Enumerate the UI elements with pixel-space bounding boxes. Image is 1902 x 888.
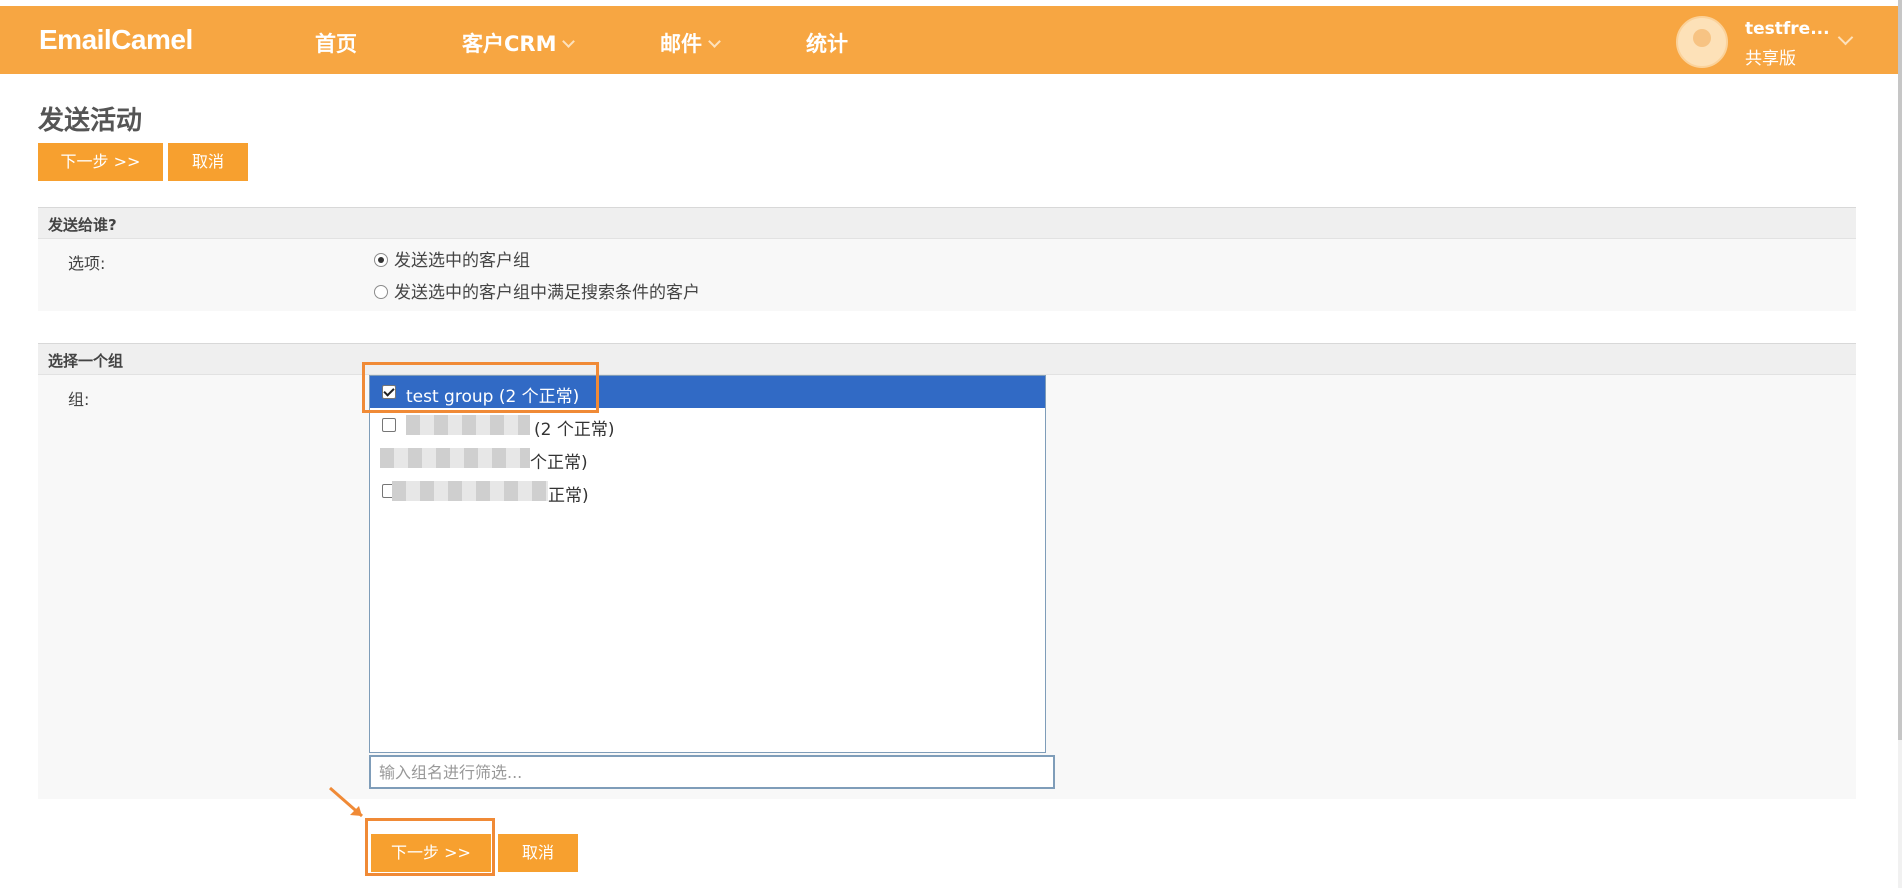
nav-item-label: 客户CRM — [462, 32, 557, 56]
top-navigation-bar: EmailCamel 首页 客户CRM 邮件 统计 testfre... 共享版 — [0, 6, 1898, 74]
radio-label: 发送选中的客户组 — [394, 251, 530, 271]
recipients-section-header: 发送给谁? — [38, 207, 1856, 239]
group-list-item[interactable]: 正常) — [370, 475, 1045, 507]
group-list-item[interactable]: 个正常) — [370, 442, 1045, 474]
cancel-button[interactable]: 取消 — [498, 834, 578, 872]
brand-logo[interactable]: EmailCamel — [39, 24, 193, 56]
group-list-item[interactable]: test group (2 个正常) — [370, 376, 1045, 408]
group-list-item[interactable]: (2 个正常) — [370, 409, 1045, 441]
radio-button[interactable] — [374, 253, 388, 267]
radio-option-selected-groups[interactable]: 发送选中的客户组 — [374, 246, 530, 271]
pointer-arrow-icon — [329, 786, 363, 818]
chevron-down-icon — [708, 35, 721, 48]
group-checkbox[interactable] — [382, 418, 396, 432]
section-title: 发送给谁? — [48, 216, 117, 234]
group-listbox[interactable]: test group (2 个正常) (2 个正常) 个正常) 正常) — [369, 375, 1046, 753]
nav-item-crm[interactable]: 客户CRM — [462, 28, 576, 58]
radio-label: 发送选中的客户组中满足搜索条件的客户 — [394, 283, 700, 303]
nav-item-home[interactable]: 首页 — [315, 28, 357, 58]
radio-button[interactable] — [374, 285, 388, 299]
radio-option-search-criteria[interactable]: 发送选中的客户组中满足搜索条件的客户 — [374, 278, 700, 303]
nav-item-stats[interactable]: 统计 — [806, 28, 848, 58]
nav-item-label: 统计 — [806, 32, 848, 56]
chevron-down-icon — [562, 35, 576, 48]
redacted-text — [380, 448, 530, 468]
group-item-label: 个正常) — [530, 453, 588, 473]
next-step-button[interactable]: 下一步 >> — [371, 834, 491, 872]
group-section-header: 选择一个组 — [38, 343, 1856, 375]
user-name[interactable]: testfre... — [1745, 19, 1830, 39]
options-label: 选项: — [68, 254, 106, 273]
section-title: 选择一个组 — [48, 352, 124, 370]
group-item-label: (2 个正常) — [534, 420, 615, 440]
group-label: 组: — [68, 390, 90, 409]
nav-item-label: 邮件 — [660, 32, 702, 56]
redacted-text — [392, 481, 548, 501]
user-menu-chevron-icon[interactable] — [1837, 29, 1854, 46]
scrollbar-thumb[interactable] — [1898, 0, 1902, 740]
group-checkbox[interactable] — [382, 385, 396, 399]
group-item-label: 正常) — [548, 486, 589, 506]
nav-item-label: 首页 — [315, 32, 357, 56]
page-title: 发送活动 — [38, 106, 143, 136]
user-avatar[interactable] — [1676, 16, 1728, 68]
redacted-text — [406, 415, 530, 435]
user-plan: 共享版 — [1745, 49, 1796, 69]
nav-item-email[interactable]: 邮件 — [660, 28, 721, 58]
cancel-button-top[interactable]: 取消 — [168, 143, 248, 181]
group-filter-input[interactable] — [369, 755, 1055, 789]
group-item-label: test group (2 个正常) — [406, 387, 580, 407]
recipients-section-body — [38, 239, 1856, 311]
next-step-button-top[interactable]: 下一步 >> — [38, 143, 163, 181]
